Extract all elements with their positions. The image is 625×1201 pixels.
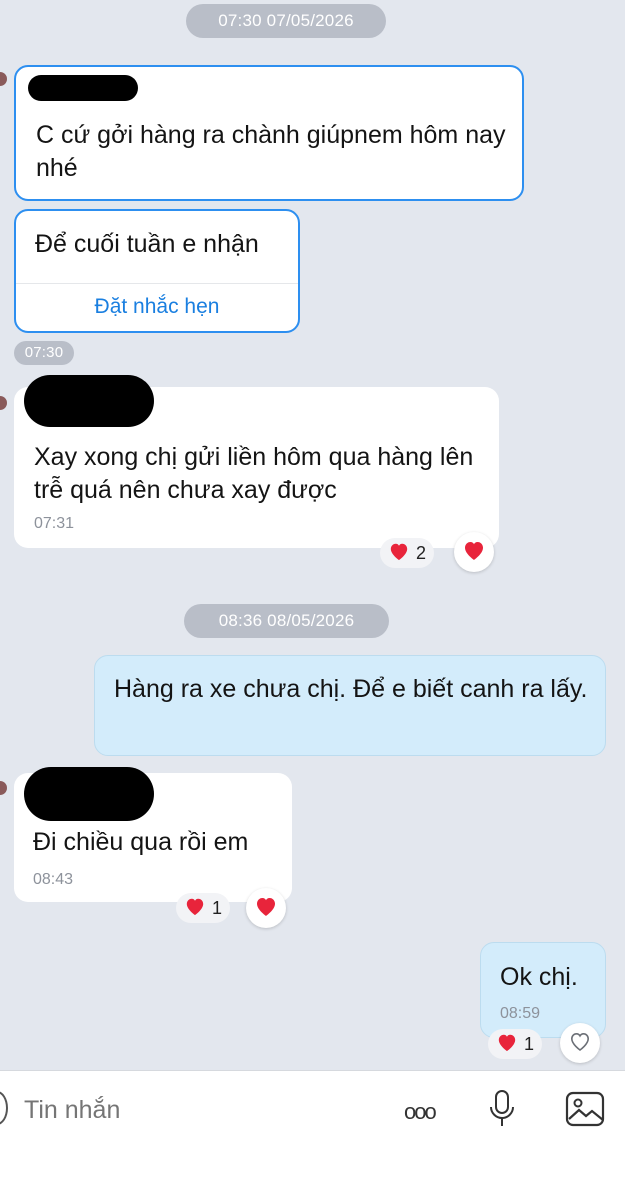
- message-text: Hàng ra xe chưa chị. Để e biết canh ra l…: [114, 675, 588, 703]
- message-time: 08:43: [33, 871, 74, 888]
- date-separator-label: 07:30 07/05/2026: [218, 11, 354, 30]
- reaction-summary[interactable]: 1: [488, 1029, 543, 1059]
- message-text: Xay xong chị gửi liền hôm qua hàng lên t…: [34, 443, 474, 504]
- date-separator: 08:36 08/05/2026: [184, 604, 389, 638]
- react-button[interactable]: [454, 532, 494, 572]
- avatar[interactable]: [0, 72, 7, 86]
- microphone-icon[interactable]: [488, 1089, 516, 1134]
- emoji-icon[interactable]: [0, 1091, 8, 1125]
- image-gallery-icon[interactable]: [565, 1091, 605, 1132]
- avatar[interactable]: [0, 781, 7, 795]
- heart-icon: [388, 541, 410, 566]
- reaction-count: 1: [212, 897, 223, 918]
- reaction-count: 1: [524, 1033, 535, 1054]
- date-separator-top: 07:30 07/05/2026: [186, 4, 386, 38]
- message-bubble[interactable]: C cứ gởi hàng ra chành giúpnem hôm nay n…: [14, 65, 524, 201]
- avatar[interactable]: [0, 396, 7, 410]
- message-text: Đi chiều qua rồi em: [33, 828, 249, 856]
- heart-outline-icon: [568, 1030, 592, 1057]
- heart-icon: [496, 1032, 518, 1057]
- message-time: 08:59: [500, 1005, 541, 1022]
- message-text: C cứ gởi hàng ra chành giúpnem hôm nay n…: [36, 121, 506, 182]
- reaction-summary[interactable]: 1: [176, 893, 231, 923]
- react-button[interactable]: [246, 888, 286, 928]
- time-badge: 07:30: [14, 341, 74, 365]
- redacted-sender-name: [24, 375, 154, 427]
- message-bubble-own[interactable]: Hàng ra xe chưa chị. Để e biết canh ra l…: [94, 655, 606, 756]
- heart-icon: [254, 895, 278, 922]
- reaction-count: 2: [416, 542, 427, 563]
- heart-icon: [462, 539, 486, 566]
- redacted-sender-name: [28, 75, 138, 101]
- heart-icon: [184, 896, 206, 921]
- message-bubble[interactable]: Đi chiều qua rồi em 08:43: [14, 767, 292, 902]
- message-time: 07:31: [34, 515, 75, 532]
- react-button[interactable]: [560, 1023, 600, 1063]
- redacted-sender-name: [24, 767, 154, 821]
- message-bubble[interactable]: Để cuối tuần e nhận Đặt nhắc hẹn: [14, 209, 300, 333]
- message-text: Để cuối tuần e nhận: [35, 230, 259, 258]
- set-reminder-link[interactable]: Đặt nhắc hẹn: [16, 295, 298, 319]
- message-input-bar: ooo: [0, 1070, 625, 1201]
- divider: [16, 283, 298, 284]
- more-options-icon[interactable]: ooo: [404, 1099, 437, 1125]
- message-text: Ok chị.: [500, 963, 578, 991]
- reaction-summary[interactable]: 2: [380, 538, 435, 568]
- time-badge-label: 07:30: [24, 344, 64, 361]
- more-options-label: ooo: [404, 1099, 437, 1124]
- message-input[interactable]: [22, 1089, 386, 1131]
- message-bubble[interactable]: Xay xong chị gửi liền hôm qua hàng lên t…: [14, 375, 499, 548]
- date-separator-label: 08:36 08/05/2026: [218, 611, 355, 630]
